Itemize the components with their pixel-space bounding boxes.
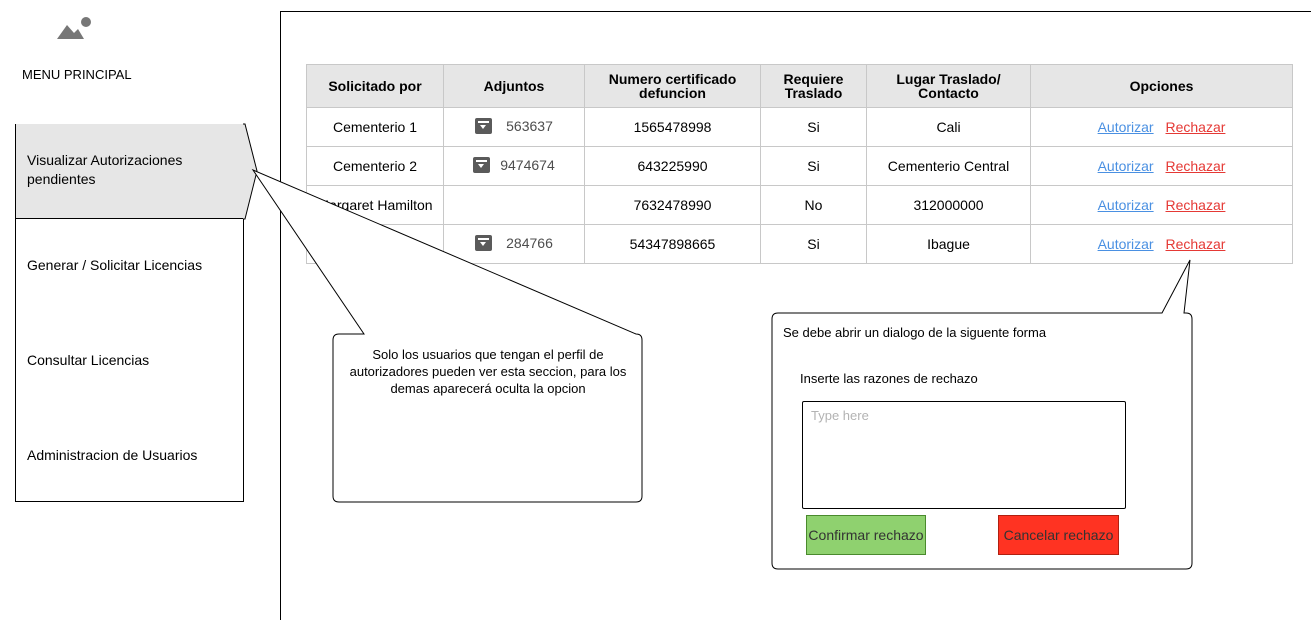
rejection-reasons-label: Inserte las razones de rechazo [800, 371, 978, 386]
cell-transfer: Si [760, 146, 867, 186]
cell-place: Ibague [866, 224, 1031, 264]
confirm-rejection-button[interactable]: Confirmar rechazo [806, 515, 926, 555]
dialog-note: Se debe abrir un dialogo de la siguente … [783, 325, 1047, 340]
cell-attachment [443, 185, 585, 225]
sidebar-item-authorizations[interactable]: Visualizar Autorizaciones pendientes [16, 124, 243, 219]
attachment-id: 563637 [506, 117, 553, 134]
active-item-arrow [243, 123, 258, 220]
authorize-link[interactable]: Autorizar [1098, 158, 1154, 174]
authorizations-table: Solicitado por Adjuntos Numero certifica… [306, 64, 1293, 264]
sidebar-item-label: Administracion de Usuarios [27, 447, 198, 463]
header-certificate: Numero certificado defuncion [584, 64, 761, 108]
sidebar-item-label: Visualizar Autorizaciones pendientes [27, 152, 183, 187]
cell-requester: Margaret Hamilton [306, 185, 444, 225]
sidebar-item-label: Generar / Solicitar Licencias [27, 257, 203, 273]
sidebar-item-consult-licenses[interactable]: Consultar Licencias [16, 351, 243, 370]
cell-transfer: No [760, 185, 867, 225]
cell-transfer: Si [760, 107, 867, 147]
cancel-rejection-button[interactable]: Cancelar rechazo [998, 515, 1119, 555]
cell-place: Cementerio Central [866, 146, 1031, 186]
download-icon [475, 117, 493, 134]
table-row: Cementerio 2 9474674 643225990 Si Cement… [306, 146, 1293, 186]
attachment-id: 9474674 [500, 156, 555, 173]
rejection-reasons-input[interactable] [802, 401, 1126, 509]
reject-link[interactable]: Rechazar [1166, 119, 1226, 135]
authorize-link[interactable]: Autorizar [1098, 197, 1154, 213]
cell-requester: Joan Clarke [306, 224, 444, 264]
cell-place: 312000000 [866, 185, 1031, 225]
cell-requester: Cementerio 2 [306, 146, 444, 186]
cell-certificate: 7632478990 [584, 185, 761, 225]
image-placeholder-icon [57, 17, 91, 39]
menu-title: MENU PRINCIPAL [22, 67, 132, 82]
cell-certificate: 54347898665 [584, 224, 761, 264]
header-transfer: Requiere Traslado [760, 64, 867, 108]
cell-options: Autorizar Rechazar [1030, 146, 1293, 186]
reject-link[interactable]: Rechazar [1166, 236, 1226, 252]
sidebar-menu: Visualizar Autorizaciones pendientes Gen… [15, 124, 244, 502]
download-icon [475, 234, 493, 251]
sidebar-item-generate-licenses[interactable]: Generar / Solicitar Licencias [16, 256, 243, 275]
attachment-link[interactable]: 563637 [475, 117, 553, 134]
table-row: Joan Clarke 284766 54347898665 Si Ibague… [306, 224, 1293, 264]
cell-options: Autorizar Rechazar [1030, 107, 1293, 147]
cell-attachment: 563637 [443, 107, 585, 147]
cell-options: Autorizar Rechazar [1030, 224, 1293, 264]
cell-options: Autorizar Rechazar [1030, 185, 1293, 225]
table-row: Cementerio 1 563637 1565478998 Si Cali A… [306, 107, 1293, 147]
table-header-row: Solicitado por Adjuntos Numero certifica… [306, 64, 1293, 108]
header-attachments: Adjuntos [443, 64, 585, 108]
cell-attachment: 9474674 [443, 146, 585, 186]
cell-transfer: Si [760, 224, 867, 264]
cell-attachment: 284766 [443, 224, 585, 264]
header-options: Opciones [1030, 64, 1293, 108]
cell-certificate: 1565478998 [584, 107, 761, 147]
attachment-id: 284766 [506, 234, 553, 251]
download-icon [473, 156, 491, 173]
reject-link[interactable]: Rechazar [1166, 197, 1226, 213]
sidebar-item-user-admin[interactable]: Administracion de Usuarios [16, 446, 243, 465]
sidebar-item-label: Consultar Licencias [27, 352, 150, 368]
cell-requester: Cementerio 1 [306, 107, 444, 147]
authorize-link[interactable]: Autorizar [1098, 236, 1154, 252]
cell-place: Cali [866, 107, 1031, 147]
header-place-contact: Lugar Traslado/ Contacto [866, 64, 1031, 108]
attachment-link[interactable]: 284766 [475, 234, 553, 251]
permissions-note: Solo los usuarios que tengan el perfil d… [349, 347, 627, 396]
cell-certificate: 643225990 [584, 146, 761, 186]
authorize-link[interactable]: Autorizar [1098, 119, 1154, 135]
reject-link[interactable]: Rechazar [1166, 158, 1226, 174]
header-requester: Solicitado por [306, 64, 444, 108]
attachment-link[interactable]: 9474674 [473, 156, 555, 173]
table-row: Margaret Hamilton 7632478990 No 31200000… [306, 185, 1293, 225]
